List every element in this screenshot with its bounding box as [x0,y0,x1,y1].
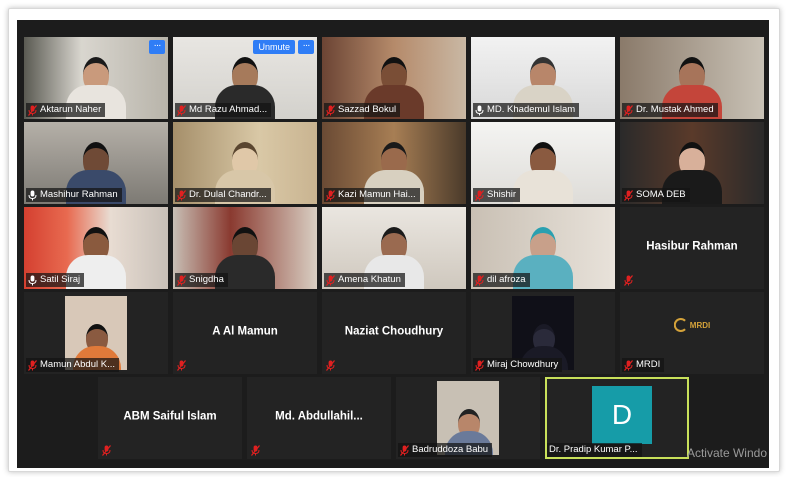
participant-tile[interactable]: Dr. Mustak Ahmed [620,37,764,119]
participant-name: A Al Mamun [212,325,278,338]
mic-icon [475,105,484,116]
muted-mic-icon [28,104,37,116]
participant-name: Hasibur Rahman [646,240,738,253]
participant-name: Mamun Abdul K... [40,359,115,370]
mic-icon [28,275,37,286]
participant-name: ABM Saiful Islam [123,410,217,423]
participant-tile[interactable]: MD. Khademul Islam [471,37,615,119]
muted-mic-icon [326,274,335,286]
muted-mic-icon [624,359,633,371]
participant-name: Md Razu Ahmad... [189,104,268,115]
muted-mic-icon [624,275,633,286]
participant-tile[interactable]: Dr. Dulal Chandr... [173,122,317,204]
participant-tile[interactable]: Amena Khatun [322,207,466,289]
participant-name: Kazi Mamun Hai... [338,189,416,200]
participant-name: Md. Abdullahil... [275,410,363,423]
muted-mic-icon [326,360,335,371]
participant-tile[interactable]: Shishir [471,122,615,204]
participant-name: Snigdha [189,274,224,285]
participant-name: Dr. Dulal Chandr... [189,189,267,200]
participant-tile[interactable]: SOMA DEB [620,122,764,204]
participant-nameplate: Amena Khatun [324,273,405,287]
muted-mic-icon [624,189,633,201]
participant-tile[interactable]: Badruddoza Babu [396,377,540,459]
muted-mic-icon [400,444,409,456]
muted-mic-icon [177,274,186,286]
participant-tile[interactable]: Snigdha [173,207,317,289]
participant-name: Badruddoza Babu [412,444,489,455]
muted-mic-icon [475,274,484,286]
muted-mic-icon [624,104,633,116]
participant-nameplate: Dr. Dulal Chandr... [175,188,271,202]
avatar: D [592,386,652,444]
muted-mic-icon [475,189,484,201]
participant-nameplate: MRDI [622,358,665,372]
participant-nameplate: MD. Khademul Islam [473,103,580,117]
more-options-icon[interactable]: ··· [149,40,165,54]
participant-name: Shishir [487,189,517,200]
participant-name: Naziat Choudhury [344,325,444,338]
participant-nameplate: Kazi Mamun Hai... [324,188,420,202]
participant-nameplate: Mamun Abdul K... [26,358,119,372]
participant-nameplate: Badruddoza Babu [398,443,493,457]
participant-name: Mashihur Rahman [40,189,118,200]
participant-name: MRDI [636,359,661,370]
participant-tile[interactable]: Md Razu Ahmad... Unmute ··· [173,37,317,119]
participant-name: Aktarun Naher [40,104,102,115]
muted-mic-icon [326,104,335,116]
participant-name: MD. Khademul Islam [487,104,576,115]
participant-tile[interactable]: D Dr. Pradip Kumar P... [545,377,689,459]
participant-nameplate: Md Razu Ahmad... [175,103,272,117]
participant-nameplate: Sazzad Bokul [324,103,401,117]
participant-tile[interactable]: Aktarun Naher ··· [24,37,168,119]
muted-mic-icon [102,445,111,456]
participant-tile[interactable]: ABM Saiful Islam [98,377,242,459]
muted-mic-icon [177,360,186,371]
muted-mic-icon [251,445,260,456]
participant-name: dil afroza [487,274,526,285]
participant-nameplate: Dr. Pradip Kumar P... [547,443,642,457]
participant-nameplate: SOMA DEB [622,188,690,202]
participant-name: Dr. Pradip Kumar P... [549,444,638,455]
participant-name: Dr. Mustak Ahmed [636,104,714,115]
participant-tile[interactable]: Miraj Chowdhury [471,292,615,374]
participant-nameplate: Dr. Mustak Ahmed [622,103,718,117]
participant-nameplate: Aktarun Naher [26,103,106,117]
participant-name: Miraj Chowdhury [487,359,559,370]
participant-nameplate: Mashihur Rahman [26,188,122,202]
participant-name: Sazzad Bokul [338,104,397,115]
participant-nameplate: Shishir [473,188,521,202]
muted-mic-icon [28,359,37,371]
participant-tile[interactable]: A Al Mamun [173,292,317,374]
muted-mic-icon [326,189,335,201]
participant-name: Amena Khatun [338,274,401,285]
participant-tile[interactable]: Satil Siraj [24,207,168,289]
muted-mic-icon [177,189,186,201]
more-options-icon[interactable]: ··· [298,40,314,54]
participant-nameplate: Satil Siraj [26,273,85,287]
muted-mic-icon [475,359,484,371]
participant-name: Satil Siraj [40,274,81,285]
participant-tile[interactable]: Kazi Mamun Hai... [322,122,466,204]
gallery-view: Aktarun Naher ··· Md Razu Ahmad... Unmute ·… [17,20,769,468]
participant-tile[interactable]: dil afroza [471,207,615,289]
participant-nameplate: Snigdha [175,273,228,287]
muted-mic-icon [177,104,186,116]
participant-name: SOMA DEB [636,189,686,200]
participant-tile[interactable]: Naziat Choudhury [322,292,466,374]
mrdi-logo: MRDI [673,318,710,332]
participant-tile[interactable]: Mashihur Rahman [24,122,168,204]
participant-tile[interactable]: Sazzad Bokul [322,37,466,119]
participant-tile[interactable]: Hasibur Rahman [620,207,764,289]
participant-tile[interactable]: MRDI MRDI [620,292,764,374]
unmute-button[interactable]: Unmute [253,40,295,54]
participant-nameplate: Miraj Chowdhury [473,358,563,372]
participant-tile[interactable]: Md. Abdullahil... [247,377,391,459]
participant-tile[interactable]: Mamun Abdul K... [24,292,168,374]
mic-icon [28,190,37,201]
participant-nameplate: dil afroza [473,273,530,287]
activate-windows-watermark: Activate Windo [686,446,767,460]
